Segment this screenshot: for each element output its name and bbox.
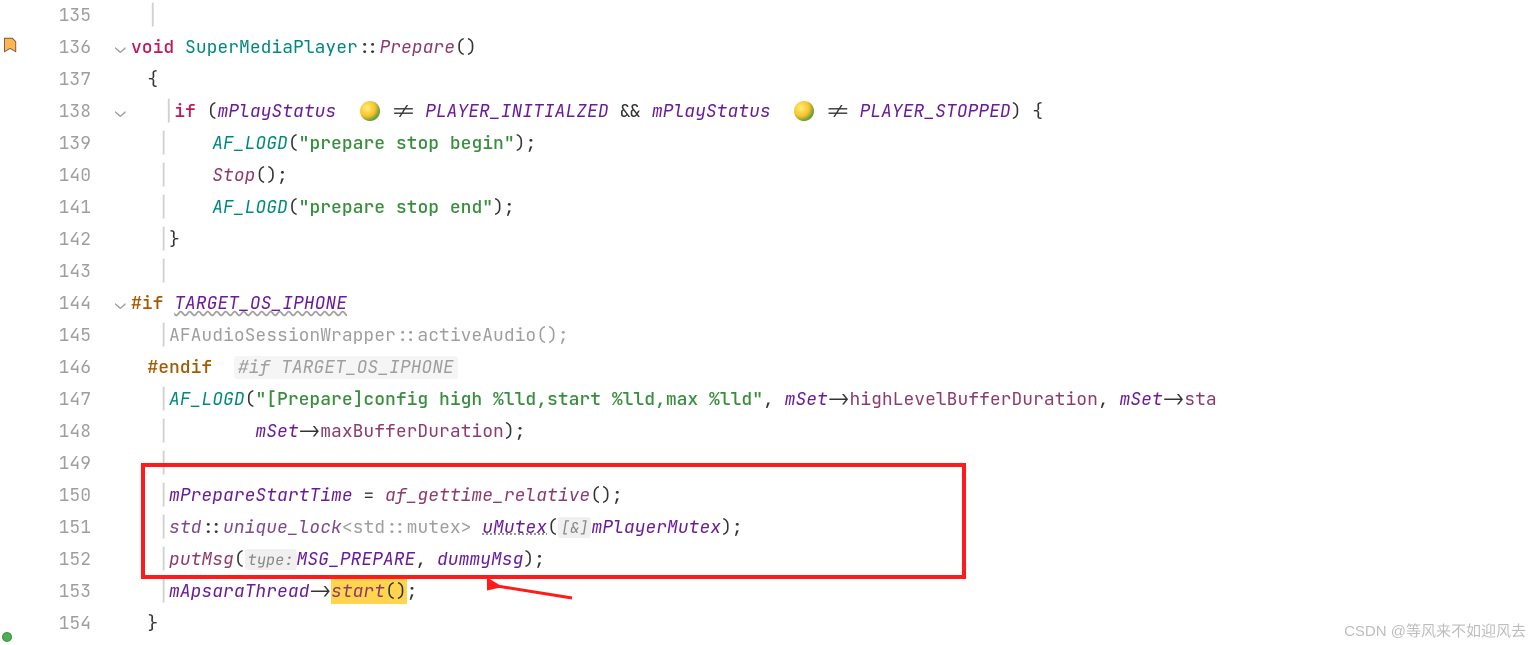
code-line[interactable]: │ Stop(); (115, 160, 1534, 192)
line-number: 141 (30, 192, 91, 224)
code-line[interactable]: │mPrepareStartTime = af_gettime_relative… (115, 480, 1534, 512)
bookmark-marker-icon[interactable] (0, 36, 18, 54)
line-number: 142 (30, 224, 91, 256)
code-line[interactable]: ⌄ │if (mPlayStatus != PLAYER_INITIALZED … (115, 96, 1534, 128)
line-number: 149 (30, 448, 91, 480)
line-number: 147 (30, 384, 91, 416)
line-number: 154 (30, 608, 91, 640)
code-line[interactable]: │ (115, 256, 1534, 288)
code-line[interactable]: │ AF_LOGD("prepare stop end"); (115, 192, 1534, 224)
fold-collapse-icon[interactable]: ⌄ (115, 96, 131, 128)
code-line[interactable]: │AFAudioSessionWrapper::activeAudio(); (115, 320, 1534, 352)
inlay-icon (360, 101, 380, 121)
line-number: 144 (30, 288, 91, 320)
code-line[interactable]: │mApsaraThread->start(); (115, 576, 1534, 608)
change-marker-icon (2, 632, 12, 642)
code-line[interactable]: │ (115, 0, 1534, 32)
inlay-hint: [&] (558, 517, 592, 538)
code-editor[interactable]: 135 136 137 138 139 140 141 142 143 144 … (0, 0, 1534, 645)
line-number: 145 (30, 320, 91, 352)
watermark-text: CSDN @等风来不如迎风去 (1344, 620, 1526, 641)
code-line[interactable]: │std::unique_lock<std::mutex> uMutex([&]… (115, 512, 1534, 544)
code-line[interactable]: ⌄#if TARGET_OS_IPHONE (115, 288, 1534, 320)
code-line[interactable]: { (115, 64, 1534, 96)
code-line[interactable]: │AF_LOGD("[Prepare]config high %lld,star… (115, 384, 1534, 416)
line-number: 140 (30, 160, 91, 192)
line-number: 146 (30, 352, 91, 384)
line-number: 152 (30, 544, 91, 576)
line-number: 150 (30, 480, 91, 512)
code-line[interactable]: │putMsg(type:MSG_PREPARE, dummyMsg); (115, 544, 1534, 576)
inlay-hint: type: (245, 549, 297, 570)
line-number: 137 (30, 64, 91, 96)
line-number: 148 (30, 416, 91, 448)
fold-collapse-icon[interactable]: ⌄ (115, 288, 131, 320)
line-number: 143 (30, 256, 91, 288)
code-line[interactable]: #endif #if TARGET_OS_IPHONE (115, 352, 1534, 384)
line-number: 135 (30, 0, 91, 32)
line-number: 138 (30, 96, 91, 128)
code-line[interactable]: } (115, 608, 1534, 640)
line-number-gutter: 135 136 137 138 139 140 141 142 143 144 … (30, 0, 115, 645)
fold-collapse-icon[interactable]: ⌄ (115, 32, 131, 64)
inlay-icon (794, 101, 814, 121)
code-line[interactable]: │ mSet->maxBufferDuration); (115, 416, 1534, 448)
code-line[interactable]: │} (115, 224, 1534, 256)
line-number: 151 (30, 512, 91, 544)
line-number: 153 (30, 576, 91, 608)
preprocessor-hint: #if TARGET_OS_IPHONE (234, 356, 458, 379)
code-line[interactable]: │ AF_LOGD("prepare stop begin"); (115, 128, 1534, 160)
code-line[interactable]: │ (115, 448, 1534, 480)
code-line[interactable]: ⌄void SuperMediaPlayer::Prepare() (115, 32, 1534, 64)
code-content[interactable]: │ ⌄void SuperMediaPlayer::Prepare() { ⌄ … (115, 0, 1534, 645)
line-number: 139 (30, 128, 91, 160)
line-number: 136 (30, 32, 91, 64)
marker-gutter (0, 0, 30, 645)
